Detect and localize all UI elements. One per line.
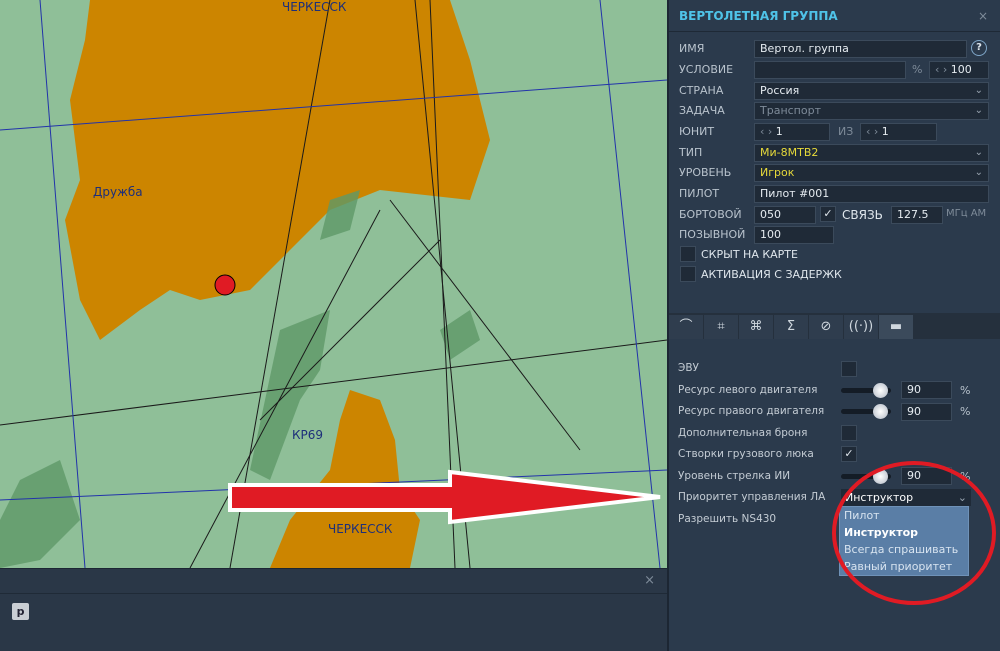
type-value: Ми-8МТВ2 [760,146,819,159]
board-label: БОРТОВОЙ [679,208,742,221]
country-label: СТРАНА [679,84,724,97]
task-select[interactable]: Транспорт ⌄ [754,102,989,120]
pilot-label: ПИЛОТ [679,187,720,200]
panel-title: ВЕРТОЛЕТНАЯ ГРУППА [679,9,838,23]
left-engine-label: Ресурс левого двигателя [678,384,818,396]
of-value[interactable]: 1 [882,125,889,138]
comm-checkbox[interactable]: ✓ [820,206,836,222]
slider-knob[interactable] [873,404,888,419]
evu-checkbox[interactable] [841,361,857,377]
type-select[interactable]: Ми-8МТВ2 ⌄ [754,144,989,162]
comm-label: СВЯЗЬ [842,208,883,222]
level-value: Игрок [760,166,795,179]
map-label: Дружба [93,185,143,199]
right-engine-input[interactable]: 90 [901,403,952,421]
unit-value[interactable]: 1 [776,125,783,138]
ns430-label: Разрешить NS430 [678,513,777,525]
percent-label: % [960,405,971,418]
right-engine-slider[interactable] [841,404,891,419]
left-engine-slider[interactable] [841,383,891,398]
close-icon[interactable]: × [978,0,988,32]
helicopter-group-panel: ВЕРТОЛЕТНАЯ ГРУППА × ИМЯ Вертол. группа ?… [667,0,1000,651]
map-label: ЧЕРКЕССК [328,522,393,536]
chevron-down-icon: ⌄ [974,167,983,178]
country-value: Россия [760,84,800,97]
of-label: ИЗ [838,125,854,138]
condition-probability[interactable]: 100 [951,63,972,76]
frequency-unit: МГц АМ [946,208,987,219]
tab-radio[interactable]: ((·)) [844,315,878,339]
chevron-down-icon: ⌄ [974,105,983,116]
callsign-input[interactable]: 100 [754,226,834,244]
evu-label: ЭВУ [678,362,699,374]
callsign-label: ПОЗЫВНОЙ [679,228,746,241]
bottom-panel: × p [0,568,667,651]
stepper-icon[interactable]: ‹ › [760,125,776,138]
stepper-icon[interactable]: ‹ › [866,125,882,138]
tab-aircraft-settings[interactable]: ▬ [879,315,913,339]
delayed-activation-checkbox[interactable] [680,266,696,282]
armor-label: Дополнительная броня [678,427,808,439]
stepper-icon[interactable]: ‹ › [935,63,951,76]
delayed-activation-label: АКТИВАЦИЯ С ЗАДЕРЖК [701,268,842,281]
control-priority-label: Приоритет управления ЛА [678,491,826,503]
percent-label: % [912,63,923,76]
unit-label: ЮНИТ [679,125,715,138]
map-terrain [0,0,667,568]
cargo-doors-label: Створки грузового люка [678,448,814,460]
hidden-on-map-label: СКРЫТ НА КАРТЕ [701,248,798,261]
level-select[interactable]: Игрок ⌄ [754,164,989,182]
armor-checkbox[interactable] [841,425,857,441]
level-label: УРОВЕНЬ [679,166,732,179]
chevron-down-icon: ⌄ [974,147,983,158]
hidden-on-map-checkbox[interactable] [680,246,696,262]
close-icon[interactable]: × [644,573,655,588]
condition-label: УСЛОВИЕ [679,63,734,76]
map-label: ЧЕРКЕССК [282,0,347,14]
right-engine-label: Ресурс правого двигателя [678,405,825,417]
p-button[interactable]: p [12,603,29,620]
tab-summary[interactable]: Σ [774,315,808,339]
tab-route[interactable]: ⌒ [669,315,703,339]
task-label: ЗАДАЧА [679,104,725,117]
tab-target[interactable]: ⌗ [704,315,738,339]
annotation-circle [832,461,996,605]
map-view[interactable]: ЧЕРКЕССК Дружба КР69 ЧЕРКЕССК [0,0,667,568]
map-label: КР69 [292,428,324,442]
frequency-input[interactable]: 127.5 [891,206,943,224]
country-select[interactable]: Россия ⌄ [754,82,989,100]
name-input[interactable]: Вертол. группа [754,40,967,58]
condition-input[interactable] [754,61,906,79]
helicopter-group-marker [214,274,236,296]
tab-bar: ⌒ ⌗ ⌘ Σ ⊘ ((·)) ▬ [669,313,1000,339]
board-input[interactable]: 050 [754,206,816,224]
pilot-input[interactable]: Пилот #001 [754,185,989,203]
tab-failures[interactable]: ⊘ [809,315,843,339]
left-engine-input[interactable]: 90 [901,381,952,399]
ai-gunner-label: Уровень стрелка ИИ [678,470,791,482]
percent-label: % [960,384,971,397]
task-value: Транспорт [760,104,821,117]
type-label: ТИП [679,146,703,159]
chevron-down-icon: ⌄ [974,85,983,96]
tab-payload[interactable]: ⌘ [739,315,773,339]
slider-knob[interactable] [873,383,888,398]
name-label: ИМЯ [679,42,705,55]
help-icon[interactable]: ? [971,40,987,56]
